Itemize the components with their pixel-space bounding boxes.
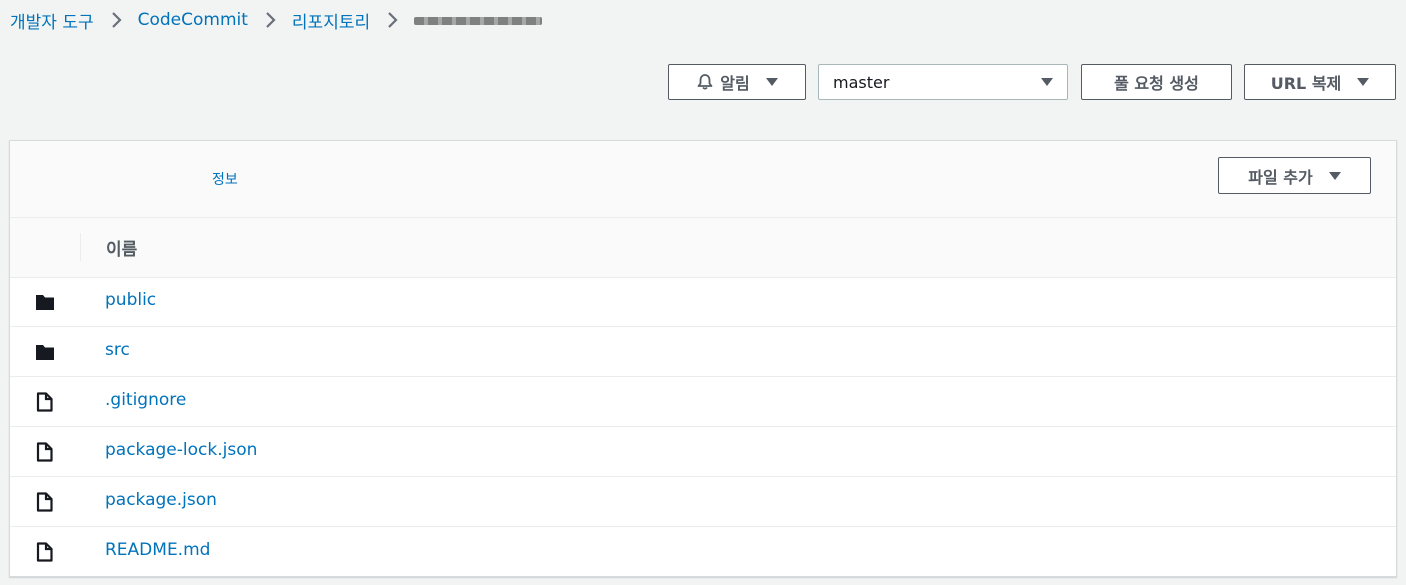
file-name-link[interactable]: src: [105, 340, 130, 360]
file-name-link[interactable]: README.md: [105, 540, 210, 560]
clone-url-button[interactable]: URL 복제: [1244, 64, 1396, 100]
file-name-link[interactable]: public: [105, 290, 156, 310]
table-row[interactable]: README.md: [10, 527, 1396, 577]
info-link[interactable]: 정보: [212, 169, 238, 189]
table-row[interactable]: src: [10, 327, 1396, 377]
caret-down-icon: [765, 78, 778, 86]
breadcrumb-current-repository-redacted: [414, 17, 543, 25]
file-list: public src .gitignore package-lock.json …: [10, 277, 1396, 577]
column-header-name[interactable]: 이름: [106, 235, 137, 260]
file-name-link[interactable]: package.json: [105, 490, 217, 510]
breadcrumb: 개발자 도구 CodeCommit 리포지토리: [10, 6, 543, 34]
notify-label: 알림: [720, 74, 750, 93]
chevron-right-icon: [94, 6, 138, 34]
breadcrumb-repositories[interactable]: 리포지토리: [292, 8, 370, 33]
panel-header: 정보 파일 추가: [10, 141, 1396, 218]
table-row[interactable]: public: [10, 277, 1396, 327]
branch-select[interactable]: master: [818, 64, 1068, 100]
branch-select-value: master: [833, 72, 890, 92]
breadcrumb-developer-tools[interactable]: 개발자 도구: [10, 8, 94, 33]
clone-url-label: URL 복제: [1270, 74, 1342, 93]
create-pull-request-label: 풀 요청 생성: [1114, 74, 1199, 93]
file-icon: [35, 492, 55, 512]
caret-down-icon: [1328, 171, 1341, 180]
add-file-button[interactable]: 파일 추가: [1218, 157, 1371, 194]
caret-down-icon: [1041, 78, 1053, 86]
folder-icon: [35, 342, 55, 362]
table-row[interactable]: package-lock.json: [10, 427, 1396, 477]
notify-button[interactable]: 알림: [668, 64, 806, 100]
file-name-link[interactable]: .gitignore: [105, 390, 186, 410]
table-row[interactable]: .gitignore: [10, 377, 1396, 427]
file-icon: [35, 542, 55, 562]
bell-icon: [696, 73, 714, 91]
caret-down-icon: [1357, 78, 1370, 86]
table-row[interactable]: package.json: [10, 477, 1396, 527]
breadcrumb-codecommit[interactable]: CodeCommit: [138, 10, 248, 30]
chevron-right-icon: [370, 6, 414, 34]
column-divider: [80, 233, 81, 261]
add-file-label: 파일 추가: [1248, 167, 1313, 187]
file-icon: [35, 442, 55, 462]
file-name-link[interactable]: package-lock.json: [105, 440, 257, 460]
table-header: 이름: [10, 218, 1396, 278]
file-icon: [35, 392, 55, 412]
chevron-right-icon: [248, 6, 292, 34]
file-browser-panel: 정보 파일 추가 이름 public src .gitignore packag…: [9, 140, 1397, 577]
create-pull-request-button[interactable]: 풀 요청 생성: [1081, 64, 1232, 100]
folder-icon: [35, 292, 55, 312]
